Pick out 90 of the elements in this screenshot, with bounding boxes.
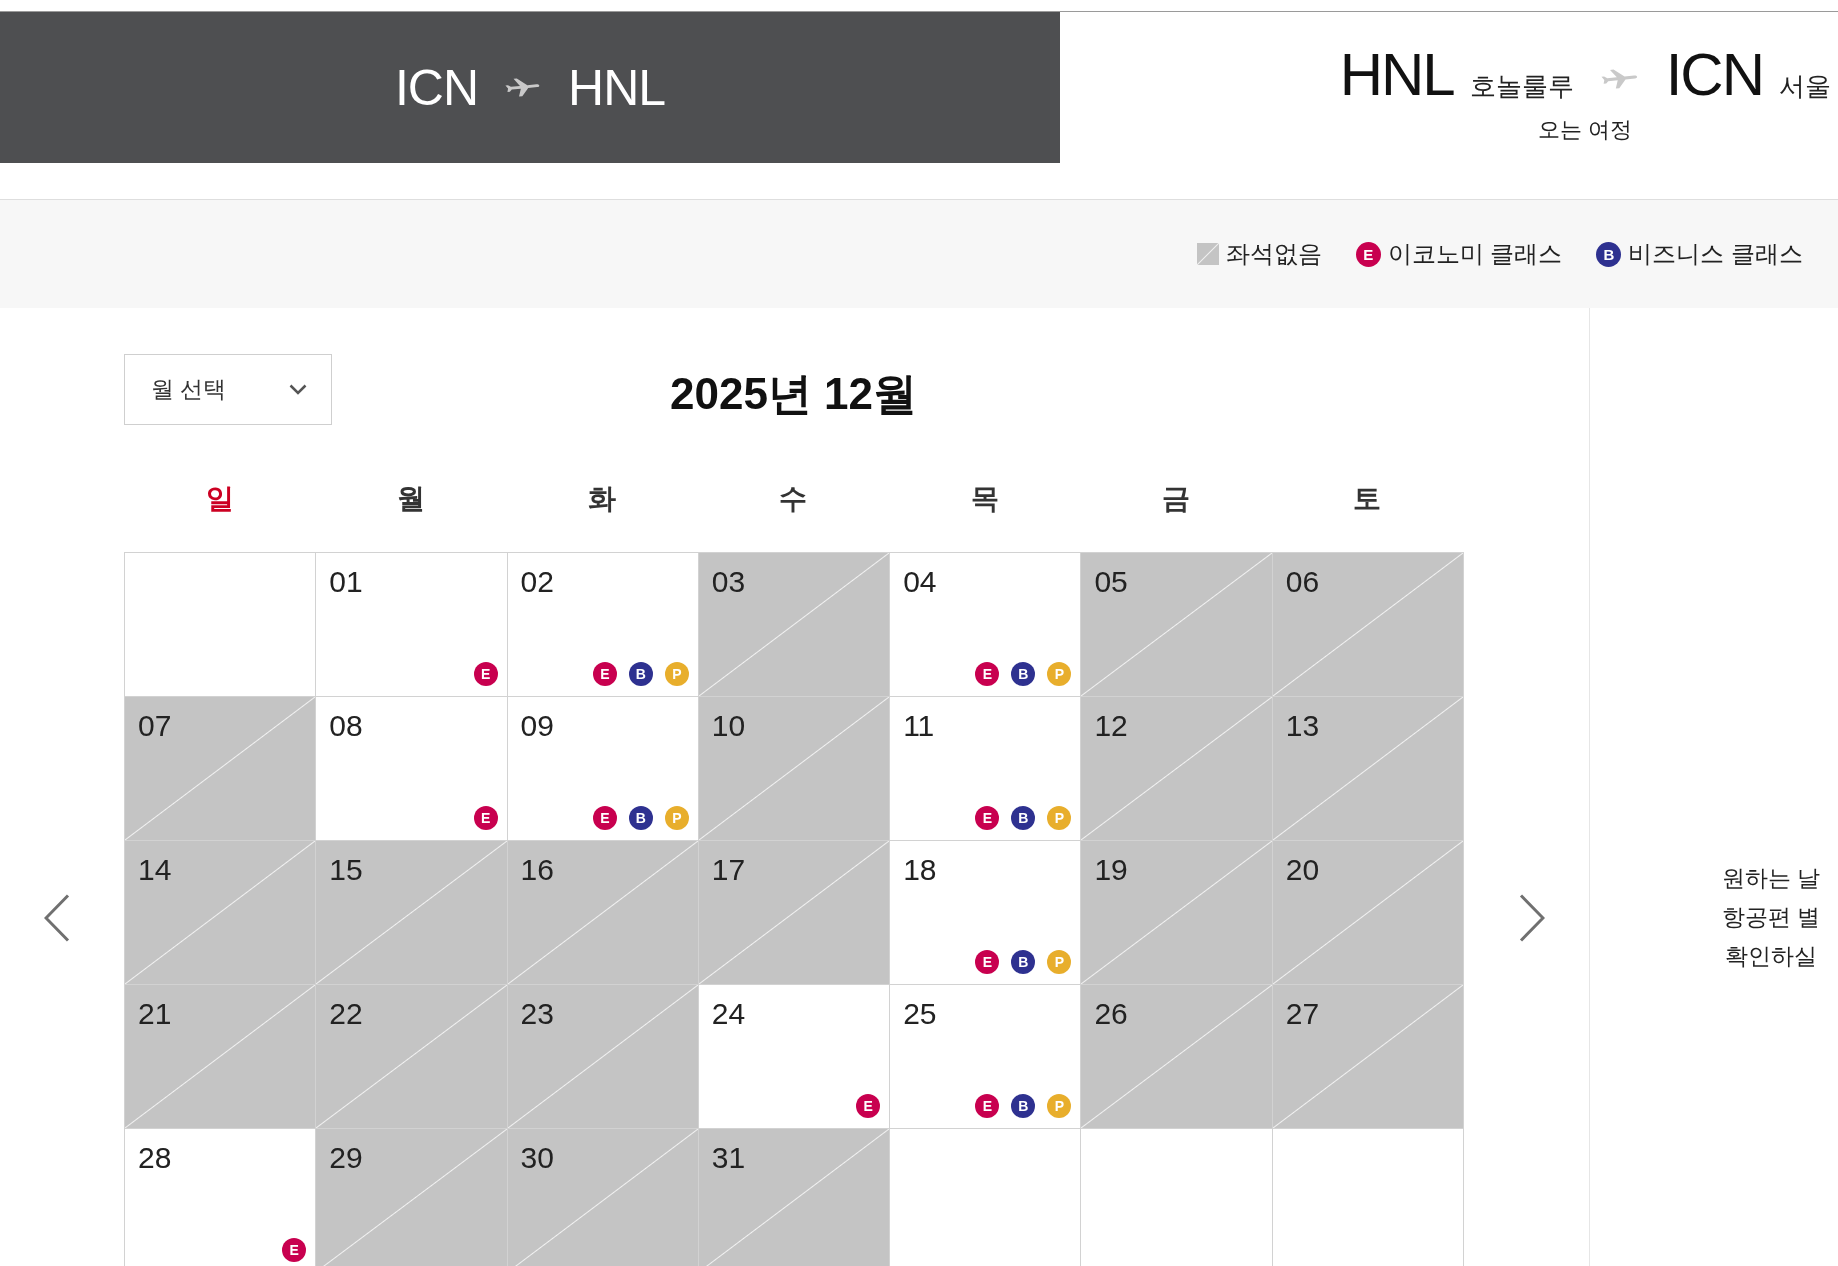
class-badge: B (1596, 241, 1622, 267)
class-badge: P (664, 662, 689, 686)
day-number: 25 (903, 996, 937, 1032)
day-number: 27 (1285, 996, 1320, 1032)
day-number: 04 (903, 564, 937, 600)
month-title: 2025년 12월 (669, 368, 918, 420)
weekday-label: 토 (1353, 482, 1382, 516)
weekday-label: 금 (1162, 482, 1191, 516)
day-number: 16 (520, 852, 554, 888)
day-number: 17 (711, 852, 746, 888)
date-cell[interactable]: 09 E B P (507, 697, 699, 841)
day-number: 19 (1094, 852, 1128, 888)
legend-label: 이코노미 클래스 (1387, 239, 1563, 269)
day-number: 07 (138, 708, 172, 744)
date-cell[interactable]: 08 E (316, 697, 508, 841)
weekday-label: 일 (205, 482, 234, 516)
day-number: 14 (138, 852, 172, 888)
class-badge: E (592, 806, 617, 830)
class-badge: E (473, 662, 498, 686)
class-badge: E (975, 950, 1000, 974)
day-number: 06 (1285, 564, 1320, 600)
class-badge: E (975, 662, 1000, 686)
date-cell[interactable]: 24 E (698, 985, 891, 1129)
weekday-label: 수 (779, 482, 808, 516)
day-number: 15 (329, 852, 363, 888)
day-number: 30 (520, 1140, 554, 1176)
day-number: 24 (711, 996, 746, 1032)
date-cell[interactable]: 11 E B P (890, 697, 1082, 841)
class-badge: P (1047, 950, 1072, 974)
hint-text: 원하는 날 항공편 별 확인하실 (1722, 864, 1821, 971)
date-cell[interactable]: 25 E B P (890, 985, 1082, 1129)
day-number: 20 (1285, 852, 1320, 888)
class-badge: P (1047, 1094, 1072, 1118)
class-badge: E (856, 1094, 881, 1118)
airport-code: ICN (1665, 45, 1763, 105)
chevron-left-icon[interactable] (44, 893, 70, 942)
day-number: 28 (138, 1140, 172, 1176)
day-number: 13 (1285, 708, 1320, 744)
class-badge: B (1011, 950, 1036, 974)
day-number: 29 (329, 1140, 363, 1176)
class-badge: B (1011, 1094, 1036, 1118)
sold-out-swatch-icon (1196, 243, 1219, 265)
airport-code: ICN (394, 62, 479, 113)
day-number: 22 (329, 996, 363, 1032)
class-badge: E (1355, 241, 1381, 267)
day-number: 23 (520, 996, 554, 1032)
date-cell[interactable]: 02 E B P (507, 553, 699, 697)
airport-code: HNL (1339, 45, 1454, 105)
day-number: 31 (711, 1140, 746, 1176)
class-badge: P (664, 806, 689, 830)
day-number: 11 (903, 708, 935, 744)
date-cell[interactable]: 04 E B P (890, 553, 1082, 697)
city-name: 호놀룰루 (1469, 70, 1574, 103)
class-badge: E (975, 1094, 1000, 1118)
weekday-label: 화 (588, 482, 617, 516)
class-badge: B (628, 806, 653, 830)
date-cell[interactable]: 01 E (316, 553, 508, 697)
class-badge: P (1047, 662, 1072, 686)
day-number: 10 (711, 708, 746, 744)
day-number: 09 (520, 708, 554, 744)
tab-subtitle: 오는 여정 (1538, 116, 1633, 144)
class-badge: E (975, 806, 1000, 830)
class-badge: E (282, 1238, 307, 1262)
route-tab[interactable]: ICN HNL (0, 12, 1060, 163)
day-number: 02 (520, 564, 554, 600)
plane-icon (1599, 68, 1640, 90)
legend-label: 비즈니스 클래스 (1628, 239, 1803, 269)
class-badge: P (1047, 806, 1072, 830)
class-badge: B (628, 662, 653, 686)
chevron-down-icon (289, 384, 307, 395)
city-name: 서울 (1779, 70, 1831, 103)
day-number: 18 (903, 852, 937, 888)
chevron-right-icon[interactable] (1519, 893, 1545, 942)
date-cell[interactable]: 18 E B P (890, 841, 1082, 985)
legend-label: 좌석없음 (1225, 239, 1322, 269)
weekday-label: 목 (970, 482, 999, 516)
day-number: 01 (329, 564, 363, 600)
class-badge: B (1011, 806, 1036, 830)
day-number: 03 (711, 564, 746, 600)
airport-code: HNL (568, 62, 666, 113)
day-number: 05 (1094, 564, 1128, 600)
day-number: 21 (138, 996, 172, 1032)
class-badge: E (592, 662, 617, 686)
class-badge: E (473, 806, 498, 830)
month-select[interactable]: 월 선택 (124, 354, 332, 425)
day-number: 08 (329, 708, 363, 744)
weekday-label: 월 (396, 482, 425, 516)
day-number: 12 (1094, 708, 1128, 744)
class-badge: B (1011, 662, 1036, 686)
day-number: 26 (1094, 996, 1128, 1032)
